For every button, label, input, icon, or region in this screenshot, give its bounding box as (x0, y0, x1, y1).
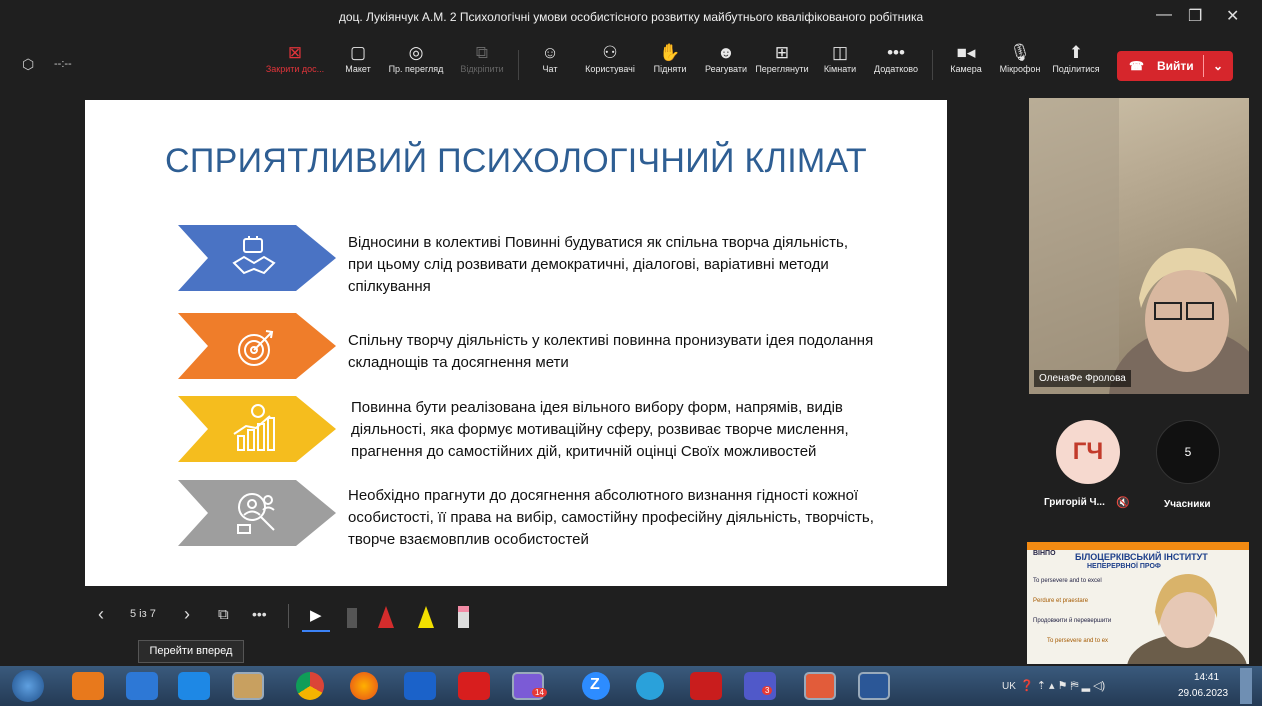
viber-icon[interactable]: 14 (512, 672, 547, 700)
pen-red-icon[interactable] (378, 606, 394, 628)
app-red-icon[interactable] (458, 672, 490, 700)
eraser-icon[interactable] (458, 606, 469, 628)
outlook-icon[interactable] (72, 672, 104, 700)
media-player-icon[interactable] (178, 672, 210, 700)
leave-divider (1203, 55, 1204, 77)
video-person-image (1029, 98, 1249, 394)
word-icon[interactable] (858, 672, 890, 700)
chrome-icon[interactable] (296, 672, 324, 700)
leave-button[interactable]: ☎ Вийти ⌄ (1117, 51, 1233, 81)
acrobat-icon[interactable] (690, 672, 722, 700)
meeting-toolbar: ⬡ --:-- ⊠ Закрити дос... ▢ Макет ◎ Пр. пере… (0, 38, 1262, 94)
zoom-icon[interactable]: Z (582, 672, 610, 700)
slide-page-indicator: 5 із 7 (130, 608, 156, 620)
shield-icon[interactable]: ⬡ (22, 56, 34, 73)
telegram-icon[interactable] (636, 672, 664, 700)
teams-badge: 3 (762, 686, 773, 695)
window-title: доц. Лукіянчук А.М. 2 Психологічні умови… (338, 10, 924, 24)
slides-grid-icon[interactable]: ⧉ (218, 606, 229, 623)
video-name-tag: ОленаФе Фролова (1034, 370, 1131, 387)
zoom-letter: Z (590, 676, 600, 693)
thumb-logo-tag: ВІНПО (1033, 550, 1056, 557)
viber-badge: 14 (532, 688, 547, 697)
share-icon: ⬆ (1068, 43, 1084, 62)
ie-icon[interactable] (126, 672, 158, 700)
unpin-button[interactable]: ⧉ Відкріпити (446, 42, 518, 74)
start-button[interactable] (12, 670, 44, 702)
thumb-motto-3: Продовжити й перевершити (1033, 618, 1112, 624)
slide-arrow-1 (178, 225, 336, 291)
teams-icon[interactable]: 3 (744, 672, 776, 700)
language-indicator[interactable]: UK (1002, 681, 1016, 692)
thumb-motto-1: To persevere and to excel (1033, 578, 1102, 584)
avatar-name: Григорій Ч... (1044, 497, 1105, 508)
slide-row-4-text: Необхідно прагнути до досягнення абсолют… (348, 487, 874, 548)
chrome-window-icon[interactable] (804, 672, 836, 700)
shared-slide: СПРИЯТЛИВИЙ ПСИХОЛОГІЧНИЙ КЛІМАТ Відноси… (85, 100, 947, 586)
share-button[interactable]: ⬆ Поділитися (1040, 42, 1112, 74)
maximize-icon[interactable]: ❐ (1188, 6, 1202, 26)
participant-video[interactable] (1029, 98, 1249, 394)
participant-thumbnail[interactable]: ВІНПО БІЛОЦЕРКІВСЬКИЙ ІНСТИТУТ НЕПЕРЕРВН… (1027, 542, 1249, 664)
participants-count: 5 (1184, 445, 1192, 459)
pen-black-icon[interactable] (347, 608, 357, 628)
close-share-button[interactable]: ⊠ Закрити дос... (259, 42, 331, 74)
unpin-icon: ⧉ (475, 43, 489, 62)
avatar-initials: ГЧ (1072, 438, 1104, 465)
previous-slide-icon[interactable]: ‹ (98, 604, 104, 625)
thumb-top-bar (1027, 542, 1249, 550)
save-disk-icon[interactable] (404, 672, 436, 700)
slide-arrow-2 (178, 313, 336, 379)
preview-button[interactable]: ◎ Пр. перегляд (380, 42, 452, 74)
avatar[interactable]: ГЧ (1056, 420, 1120, 484)
meeting-timer: --:-- (54, 58, 72, 70)
close-icon[interactable]: ✕ (1226, 6, 1239, 26)
slide-row-1-text: Відносини в колективі Повинні будуватися… (348, 234, 849, 295)
slide-row-2-text: Спільну творчу діяльність у колективі по… (348, 332, 874, 371)
clock-time[interactable]: 14:41 (1194, 672, 1219, 683)
more-button[interactable]: ••• Додатково (860, 42, 932, 74)
slide-arrow-3 (178, 396, 336, 462)
clock-date[interactable]: 29.06.2023 (1178, 688, 1228, 699)
mic-muted-icon: 🔇 (1116, 497, 1130, 509)
eye-icon: ◎ (408, 43, 424, 62)
thumb-motto-2: Perdure et praestare (1033, 598, 1089, 604)
chevron-down-icon[interactable]: ⌄ (1213, 59, 1223, 73)
slide-row-3-text: Повинна бути реалізована ідея вільного в… (351, 399, 849, 460)
participants-label[interactable]: Учасники (1164, 499, 1211, 510)
show-desktop-button[interactable] (1240, 668, 1252, 704)
tray-icons[interactable]: ❓ ⇡ ▴ ⚑ ⛿ ▂ ◁) (1020, 679, 1105, 693)
more-icon: ••• (887, 43, 905, 62)
participants-count-circle[interactable]: 5 (1156, 420, 1220, 484)
close-share-icon: ⊠ (287, 43, 303, 62)
pointer-tool-icon[interactable]: ▶ (310, 606, 322, 624)
phone-hangup-icon: ☎ (1129, 59, 1144, 73)
highlighter-icon[interactable] (418, 606, 434, 628)
thumb-motto-4: To persevere and to ex (1047, 638, 1109, 644)
file-explorer-icon[interactable] (232, 672, 264, 700)
thumb-person-image (1127, 574, 1247, 664)
next-slide-icon[interactable]: › (184, 604, 190, 625)
minimize-icon[interactable]: — (1156, 6, 1172, 24)
title-bar: доц. Лукіянчук А.М. 2 Психологічні умови… (0, 0, 1262, 38)
more-options-icon[interactable]: ••• (252, 606, 267, 622)
firefox-icon[interactable] (350, 672, 378, 700)
slide-title: СПРИЯТЛИВИЙ ПСИХОЛОГІЧНИЙ КЛІМАТ (165, 142, 867, 180)
presenter-divider (288, 604, 289, 628)
slide-arrow-4 (178, 480, 336, 546)
active-tool-underline (302, 630, 330, 632)
tooltip-next: Перейти вперед (138, 640, 244, 663)
